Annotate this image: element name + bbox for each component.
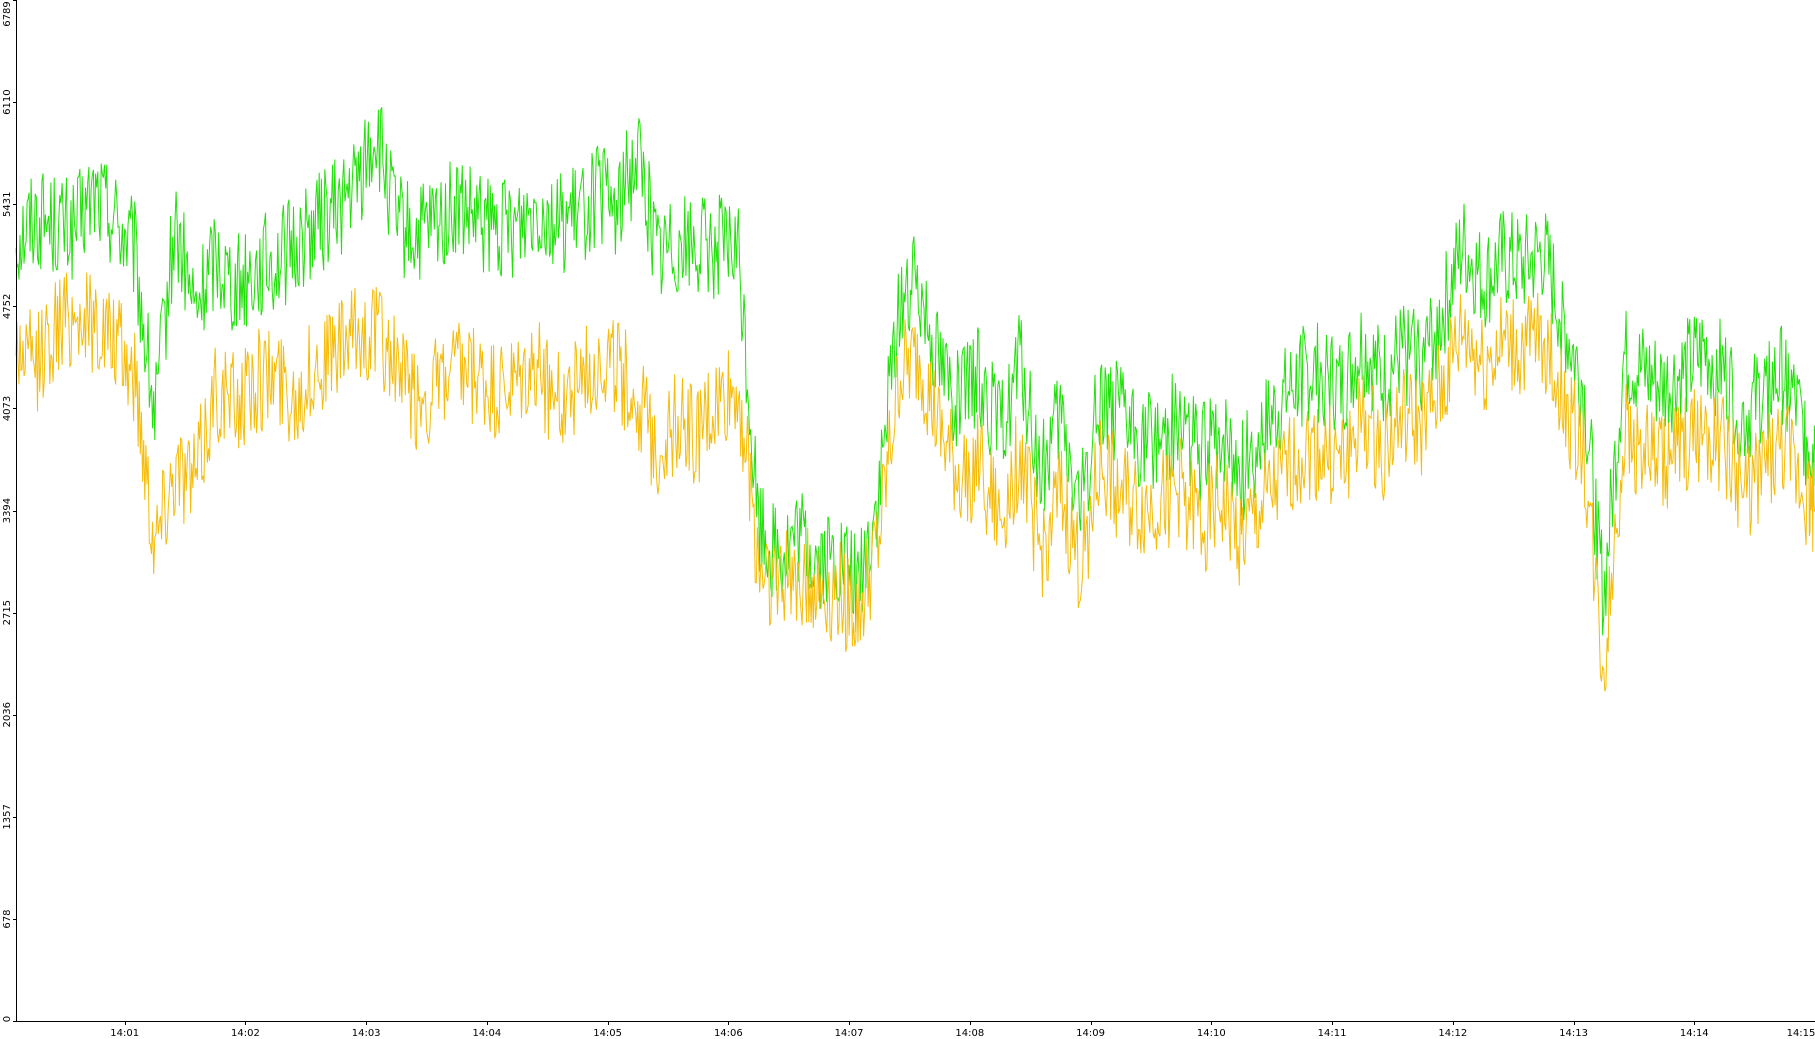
x-tick-label: 14:04	[472, 1028, 501, 1039]
y-tick-label: 2036	[2, 702, 13, 727]
x-tick-label: 14:03	[352, 1028, 381, 1039]
y-tick-label: 4073	[2, 396, 13, 421]
y-tick-label: 6110	[2, 89, 13, 114]
y-tick-label: 6789	[2, 1, 13, 26]
series-layer	[15, 107, 1815, 692]
series-line-2	[15, 272, 1815, 692]
y-tick-label: 678	[2, 909, 13, 928]
y-axis-ticks: 0 678 1357 2036 2715 3394 4073 4752 5431 6110 6789	[2, 0, 17, 1022]
x-tick-label: 14:07	[835, 1028, 864, 1039]
x-tick-label: 14:13	[1559, 1028, 1588, 1039]
x-tick-label: 14:09	[1076, 1028, 1105, 1039]
y-tick-label: 2715	[2, 600, 13, 625]
x-tick-label: 14:06	[714, 1028, 743, 1039]
y-tick-label: 0	[2, 1016, 13, 1022]
x-tick-label: 14:14	[1680, 1028, 1709, 1039]
x-tick-label: 14:08	[955, 1028, 984, 1039]
x-tick-label: 14:10	[1197, 1028, 1226, 1039]
y-tick-label: 3394	[2, 498, 13, 523]
x-axis-ticks: 14:01 14:02 14:03 14:04 14:05 14:06 14:07 14:08…	[110, 1021, 1815, 1039]
x-tick-label: 14:01	[110, 1028, 139, 1039]
y-tick-label: 4752	[2, 294, 13, 319]
line-chart: 0 678 1357 2036 2715 3394 4073 4752 5431 6110 6789…	[2, 0, 1815, 1039]
x-tick-label: 14:02	[231, 1028, 260, 1039]
x-tick-label: 14:05	[593, 1028, 622, 1039]
y-tick-label: 5431	[2, 192, 13, 217]
y-tick-label: 1357	[2, 804, 13, 829]
x-tick-label: 14:12	[1438, 1028, 1467, 1039]
x-tick-label: 14:15	[1787, 1028, 1815, 1039]
x-tick-label: 14:11	[1318, 1028, 1347, 1039]
